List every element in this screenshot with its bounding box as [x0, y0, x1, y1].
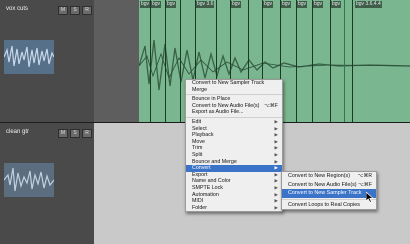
- region-boundary: [150, 0, 151, 122]
- menu-item-playback[interactable]: Playback ▶: [186, 132, 282, 139]
- submenu-arrow-icon: ▶: [274, 178, 278, 184]
- submenu-item-convert-loops-to-real-copies[interactable]: Convert Loops to Real Copies: [282, 201, 376, 210]
- submenu-arrow-icon: ▶: [274, 158, 278, 164]
- submenu-arrow-icon: ▶: [274, 125, 278, 131]
- menu-separator: [186, 94, 282, 96]
- region-boundary: [165, 0, 166, 122]
- submenu-arrow-icon: ▶: [274, 132, 278, 138]
- region-label[interactable]: bgv: [151, 1, 162, 8]
- submenu-arrow-icon: ▶: [274, 138, 278, 144]
- menu-item-split[interactable]: Split ▶: [186, 152, 282, 159]
- submenu-arrow-icon: ▶: [274, 151, 278, 157]
- region-label[interactable]: bgv: [281, 1, 292, 8]
- menu-item-smpte-lock[interactable]: SMPTE Lock ▶: [186, 185, 282, 192]
- region-label[interactable]: bgv 3.6: [196, 1, 215, 8]
- submenu-arrow-icon: ▶: [274, 204, 278, 210]
- menu-item-merge[interactable]: Merge: [186, 87, 282, 94]
- track-name: clean gtr: [6, 129, 30, 135]
- menu-item-export[interactable]: Export ▶: [186, 172, 282, 179]
- menu-separator: [282, 198, 376, 200]
- submenu-arrow-icon: ▶: [274, 184, 278, 190]
- menu-item-convert-to-new-sampler-track[interactable]: Convert to New Sampler Track: [186, 80, 282, 87]
- region-label[interactable]: bgv 3.6.4.4: [355, 1, 382, 8]
- region-label[interactable]: bgv: [231, 1, 242, 8]
- region-boundary: [296, 0, 297, 122]
- region-label[interactable]: bgv: [263, 1, 274, 8]
- solo-button[interactable]: S: [70, 6, 80, 15]
- submenu-arrow-icon: ▶: [274, 191, 278, 197]
- region-context-menu: Convert to New Sampler Track Merge Bounc…: [185, 79, 283, 213]
- menu-item-bounce-and-merge[interactable]: Bounce and Merge ▶: [186, 159, 282, 166]
- submenu-arrow-icon: ▶: [274, 198, 278, 204]
- submenu-arrow-icon: ▶: [274, 145, 278, 151]
- track-thumbnail-waveform: [4, 40, 54, 74]
- region-label[interactable]: bgv: [166, 1, 177, 8]
- menu-item-name-and-color[interactable]: Name and Color ▶: [186, 178, 282, 185]
- region-label[interactable]: bgv: [331, 1, 342, 8]
- region-boundary: [344, 0, 345, 122]
- region-label[interactable]: bgv: [140, 1, 151, 8]
- convert-submenu: Convert to New Region(s) ⌥⌘R Convert to N…: [281, 171, 377, 211]
- track-name: vox cuts: [6, 6, 29, 12]
- submenu-arrow-icon: ▶: [274, 171, 278, 177]
- solo-button[interactable]: S: [70, 129, 80, 138]
- menu-item-edit[interactable]: Edit ▶: [186, 119, 282, 126]
- submenu-item-convert-to-new-sampler-track[interactable]: Convert to New Sampler Track: [282, 189, 376, 198]
- submenu-item-convert-to-new-audio-files[interactable]: Convert to New Audio File(s) ⌥⌘F: [282, 181, 376, 190]
- menu-item-convert[interactable]: Convert ▶: [186, 165, 282, 172]
- menu-item-trim[interactable]: Trim ▶: [186, 145, 282, 152]
- menu-item-move[interactable]: Move ▶: [186, 139, 282, 146]
- submenu-item-convert-to-new-regions[interactable]: Convert to New Region(s) ⌥⌘R: [282, 172, 376, 181]
- record-button[interactable]: R: [82, 6, 92, 15]
- region-boundary: [312, 0, 313, 122]
- menu-separator: [186, 116, 282, 118]
- menu-item-automation[interactable]: Automation ▶: [186, 192, 282, 199]
- menu-item-bounce-in-place[interactable]: Bounce in Place: [186, 96, 282, 103]
- menu-item-convert-to-new-audio-files[interactable]: Convert to New Audio File(s) ⌥⌘F: [186, 103, 282, 110]
- menu-item-select[interactable]: Select ▶: [186, 126, 282, 133]
- region-label[interactable]: bgv: [313, 1, 324, 8]
- region-label[interactable]: bgv: [297, 1, 308, 8]
- record-button[interactable]: R: [82, 129, 92, 138]
- mouse-pointer-icon: [366, 192, 374, 203]
- menu-item-midi[interactable]: MIDI ▶: [186, 198, 282, 205]
- track-header-vox-cuts[interactable]: vox cuts M S R I: [0, 0, 104, 123]
- submenu-arrow-icon: ▶: [274, 165, 278, 171]
- region-boundary: [330, 0, 331, 122]
- track-thumbnail-waveform: [4, 163, 54, 197]
- region-boundary: [180, 0, 181, 122]
- menu-item-export-as-audio-file[interactable]: Export as Audio File...: [186, 109, 282, 116]
- menu-item-folder[interactable]: Folder ▶: [186, 205, 282, 212]
- track-header-clean-gtr[interactable]: clean gtr M S R I: [0, 123, 104, 244]
- mute-button[interactable]: M: [58, 6, 68, 15]
- submenu-arrow-icon: ▶: [274, 118, 278, 124]
- region-boundary: [352, 0, 353, 122]
- mute-button[interactable]: M: [58, 129, 68, 138]
